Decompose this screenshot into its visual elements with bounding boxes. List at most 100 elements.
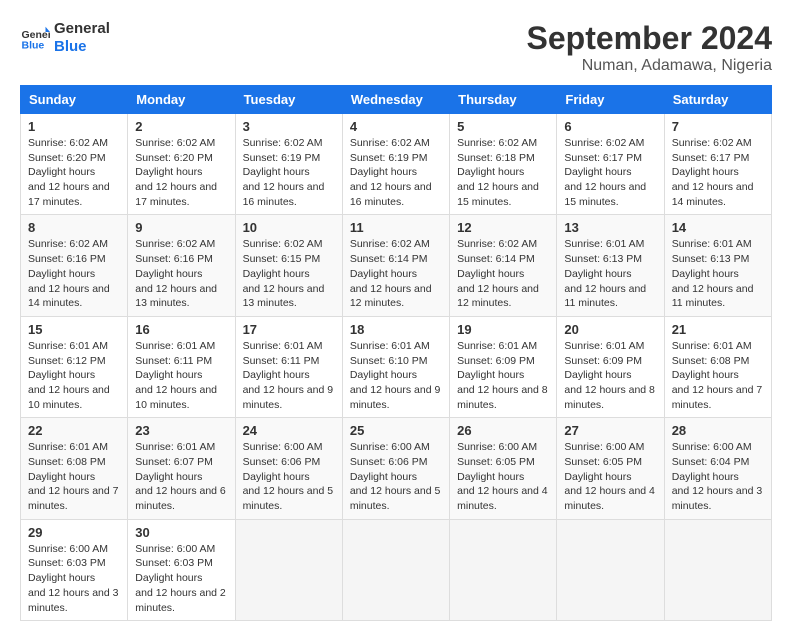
day-number: 1 — [28, 119, 120, 134]
day-info: Sunrise: 6:01 AMSunset: 6:08 PMDaylight … — [672, 339, 764, 412]
day-cell: 19 Sunrise: 6:01 AMSunset: 6:09 PMDaylig… — [450, 316, 557, 417]
day-info: Sunrise: 6:01 AMSunset: 6:11 PMDaylight … — [135, 339, 227, 412]
day-info: Sunrise: 6:02 AMSunset: 6:19 PMDaylight … — [243, 136, 335, 209]
day-cell: 12 Sunrise: 6:02 AMSunset: 6:14 PMDaylig… — [450, 215, 557, 316]
day-cell: 14 Sunrise: 6:01 AMSunset: 6:13 PMDaylig… — [664, 215, 771, 316]
header-tuesday: Tuesday — [235, 86, 342, 114]
day-number: 19 — [457, 322, 549, 337]
day-cell — [450, 519, 557, 620]
day-info: Sunrise: 6:02 AMSunset: 6:18 PMDaylight … — [457, 136, 549, 209]
week-row-4: 22 Sunrise: 6:01 AMSunset: 6:08 PMDaylig… — [21, 418, 772, 519]
week-row-3: 15 Sunrise: 6:01 AMSunset: 6:12 PMDaylig… — [21, 316, 772, 417]
logo-icon: General Blue — [20, 23, 50, 53]
day-cell: 5 Sunrise: 6:02 AMSunset: 6:18 PMDayligh… — [450, 114, 557, 215]
day-info: Sunrise: 6:02 AMSunset: 6:17 PMDaylight … — [564, 136, 656, 209]
day-cell: 24 Sunrise: 6:00 AMSunset: 6:06 PMDaylig… — [235, 418, 342, 519]
day-cell: 27 Sunrise: 6:00 AMSunset: 6:05 PMDaylig… — [557, 418, 664, 519]
logo: General Blue General Blue — [20, 20, 110, 56]
header-sunday: Sunday — [21, 86, 128, 114]
day-info: Sunrise: 6:02 AMSunset: 6:20 PMDaylight … — [28, 136, 120, 209]
day-number: 25 — [350, 423, 442, 438]
logo-line1: General — [54, 20, 110, 38]
day-number: 30 — [135, 525, 227, 540]
day-info: Sunrise: 6:01 AMSunset: 6:09 PMDaylight … — [564, 339, 656, 412]
day-info: Sunrise: 6:02 AMSunset: 6:17 PMDaylight … — [672, 136, 764, 209]
day-number: 12 — [457, 220, 549, 235]
day-info: Sunrise: 6:01 AMSunset: 6:11 PMDaylight … — [243, 339, 335, 412]
day-number: 17 — [243, 322, 335, 337]
day-number: 22 — [28, 423, 120, 438]
day-cell: 13 Sunrise: 6:01 AMSunset: 6:13 PMDaylig… — [557, 215, 664, 316]
day-info: Sunrise: 6:00 AMSunset: 6:06 PMDaylight … — [350, 440, 442, 513]
day-number: 10 — [243, 220, 335, 235]
day-cell: 9 Sunrise: 6:02 AMSunset: 6:16 PMDayligh… — [128, 215, 235, 316]
day-number: 3 — [243, 119, 335, 134]
day-cell — [664, 519, 771, 620]
day-info: Sunrise: 6:00 AMSunset: 6:03 PMDaylight … — [135, 542, 227, 615]
day-number: 13 — [564, 220, 656, 235]
day-number: 27 — [564, 423, 656, 438]
day-number: 6 — [564, 119, 656, 134]
day-number: 21 — [672, 322, 764, 337]
header-wednesday: Wednesday — [342, 86, 449, 114]
day-info: Sunrise: 6:02 AMSunset: 6:15 PMDaylight … — [243, 237, 335, 310]
page-header: General Blue General Blue September 2024… — [20, 20, 772, 75]
day-cell: 2 Sunrise: 6:02 AMSunset: 6:20 PMDayligh… — [128, 114, 235, 215]
day-cell: 1 Sunrise: 6:02 AMSunset: 6:20 PMDayligh… — [21, 114, 128, 215]
header-friday: Friday — [557, 86, 664, 114]
day-info: Sunrise: 6:01 AMSunset: 6:12 PMDaylight … — [28, 339, 120, 412]
header-saturday: Saturday — [664, 86, 771, 114]
day-number: 24 — [243, 423, 335, 438]
day-number: 4 — [350, 119, 442, 134]
calendar-body: 1 Sunrise: 6:02 AMSunset: 6:20 PMDayligh… — [21, 114, 772, 621]
day-number: 11 — [350, 220, 442, 235]
day-number: 7 — [672, 119, 764, 134]
day-number: 9 — [135, 220, 227, 235]
day-number: 29 — [28, 525, 120, 540]
day-cell: 7 Sunrise: 6:02 AMSunset: 6:17 PMDayligh… — [664, 114, 771, 215]
day-number: 2 — [135, 119, 227, 134]
day-cell: 20 Sunrise: 6:01 AMSunset: 6:09 PMDaylig… — [557, 316, 664, 417]
calendar-subtitle: Numan, Adamawa, Nigeria — [527, 57, 772, 75]
day-info: Sunrise: 6:01 AMSunset: 6:08 PMDaylight … — [28, 440, 120, 513]
week-row-5: 29 Sunrise: 6:00 AMSunset: 6:03 PMDaylig… — [21, 519, 772, 620]
day-info: Sunrise: 6:02 AMSunset: 6:14 PMDaylight … — [457, 237, 549, 310]
day-cell: 21 Sunrise: 6:01 AMSunset: 6:08 PMDaylig… — [664, 316, 771, 417]
day-cell: 15 Sunrise: 6:01 AMSunset: 6:12 PMDaylig… — [21, 316, 128, 417]
day-number: 26 — [457, 423, 549, 438]
logo-line2: Blue — [54, 38, 110, 56]
title-block: September 2024 Numan, Adamawa, Nigeria — [527, 20, 772, 75]
day-cell: 23 Sunrise: 6:01 AMSunset: 6:07 PMDaylig… — [128, 418, 235, 519]
day-info: Sunrise: 6:02 AMSunset: 6:16 PMDaylight … — [135, 237, 227, 310]
week-row-2: 8 Sunrise: 6:02 AMSunset: 6:16 PMDayligh… — [21, 215, 772, 316]
day-number: 15 — [28, 322, 120, 337]
day-cell: 6 Sunrise: 6:02 AMSunset: 6:17 PMDayligh… — [557, 114, 664, 215]
day-cell: 22 Sunrise: 6:01 AMSunset: 6:08 PMDaylig… — [21, 418, 128, 519]
calendar-header: SundayMondayTuesdayWednesdayThursdayFrid… — [21, 86, 772, 114]
day-cell: 8 Sunrise: 6:02 AMSunset: 6:16 PMDayligh… — [21, 215, 128, 316]
week-row-1: 1 Sunrise: 6:02 AMSunset: 6:20 PMDayligh… — [21, 114, 772, 215]
day-cell: 18 Sunrise: 6:01 AMSunset: 6:10 PMDaylig… — [342, 316, 449, 417]
day-info: Sunrise: 6:02 AMSunset: 6:19 PMDaylight … — [350, 136, 442, 209]
day-info: Sunrise: 6:01 AMSunset: 6:13 PMDaylight … — [672, 237, 764, 310]
header-monday: Monday — [128, 86, 235, 114]
day-number: 5 — [457, 119, 549, 134]
day-info: Sunrise: 6:00 AMSunset: 6:05 PMDaylight … — [564, 440, 656, 513]
day-number: 23 — [135, 423, 227, 438]
day-info: Sunrise: 6:02 AMSunset: 6:14 PMDaylight … — [350, 237, 442, 310]
day-number: 28 — [672, 423, 764, 438]
day-info: Sunrise: 6:02 AMSunset: 6:16 PMDaylight … — [28, 237, 120, 310]
day-cell: 4 Sunrise: 6:02 AMSunset: 6:19 PMDayligh… — [342, 114, 449, 215]
day-cell: 3 Sunrise: 6:02 AMSunset: 6:19 PMDayligh… — [235, 114, 342, 215]
svg-text:Blue: Blue — [22, 40, 45, 52]
day-number: 14 — [672, 220, 764, 235]
day-cell: 29 Sunrise: 6:00 AMSunset: 6:03 PMDaylig… — [21, 519, 128, 620]
day-number: 18 — [350, 322, 442, 337]
day-number: 20 — [564, 322, 656, 337]
day-info: Sunrise: 6:01 AMSunset: 6:10 PMDaylight … — [350, 339, 442, 412]
day-info: Sunrise: 6:00 AMSunset: 6:05 PMDaylight … — [457, 440, 549, 513]
day-info: Sunrise: 6:01 AMSunset: 6:13 PMDaylight … — [564, 237, 656, 310]
day-cell: 26 Sunrise: 6:00 AMSunset: 6:05 PMDaylig… — [450, 418, 557, 519]
day-cell: 11 Sunrise: 6:02 AMSunset: 6:14 PMDaylig… — [342, 215, 449, 316]
day-cell — [557, 519, 664, 620]
